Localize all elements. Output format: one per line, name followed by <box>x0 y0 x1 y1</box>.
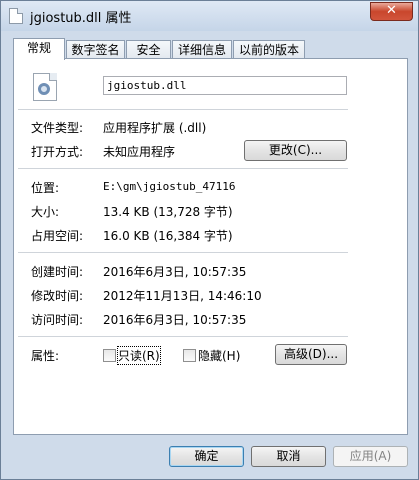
file-icon <box>9 8 23 24</box>
tab-general[interactable]: 常规 <box>13 38 65 60</box>
tab-previous-versions[interactable]: 以前的版本 <box>233 40 305 59</box>
separator <box>18 252 348 253</box>
change-button[interactable]: 更改(C)... <box>244 140 347 161</box>
dll-file-icon <box>33 73 57 101</box>
tab-details[interactable]: 详细信息 <box>172 40 232 59</box>
readonly-checkbox[interactable] <box>103 349 116 362</box>
opens-with-label: 打开方式: <box>31 145 84 159</box>
tab-strip: 常规 数字签名 安全 详细信息 以前的版本 <box>13 38 408 60</box>
hidden-checkbox[interactable] <box>183 349 196 362</box>
file-type-label: 文件类型: <box>31 121 84 135</box>
created-value: 2016年6月3日, 10:57:35 <box>103 265 247 279</box>
size-value: 13.4 KB (13,728 字节) <box>103 205 233 219</box>
size-on-disk-value: 16.0 KB (16,384 字节) <box>103 229 233 243</box>
location-label: 位置: <box>31 181 60 195</box>
opens-with-value: 未知应用程序 <box>103 145 176 159</box>
separator <box>18 168 348 169</box>
modified-value: 2012年11月13日, 14:46:10 <box>103 289 262 303</box>
separator <box>18 336 348 337</box>
close-button[interactable]: ✕ <box>370 2 413 21</box>
attributes-label: 属性: <box>31 349 60 363</box>
readonly-label[interactable]: 只读(R) <box>117 346 161 365</box>
gear-icon <box>38 83 50 95</box>
tab-digital-signatures[interactable]: 数字签名 <box>66 40 125 59</box>
separator <box>18 109 348 110</box>
title-bar[interactable]: jgiostub.dll 属性 ✕ <box>1 1 418 31</box>
size-label: 大小: <box>31 205 60 219</box>
accessed-label: 访问时间: <box>31 313 84 327</box>
cancel-button[interactable]: 取消 <box>251 446 326 467</box>
advanced-button[interactable]: 高级(D)... <box>275 344 347 365</box>
tab-security[interactable]: 安全 <box>126 40 171 59</box>
size-on-disk-label: 占用空间: <box>31 229 84 243</box>
created-label: 创建时间: <box>31 265 84 279</box>
ok-button[interactable]: 确定 <box>169 446 244 467</box>
filename-field[interactable]: jgiostub.dll <box>103 76 347 95</box>
location-value: E:\gm\jgiostub_47116 <box>103 180 236 193</box>
apply-button[interactable]: 应用(A) <box>333 446 408 467</box>
hidden-label[interactable]: 隐藏(H) <box>198 347 240 364</box>
file-type-value: 应用程序扩展 (.dll) <box>103 121 207 135</box>
general-panel <box>13 58 408 435</box>
properties-window: jgiostub.dll 属性 ✕ 常规 数字签名 安全 详细信息 以前的版本 … <box>0 0 419 480</box>
modified-label: 修改时间: <box>31 289 84 303</box>
accessed-value: 2016年6月3日, 10:57:35 <box>103 313 247 327</box>
window-title: jgiostub.dll 属性 <box>30 11 132 26</box>
